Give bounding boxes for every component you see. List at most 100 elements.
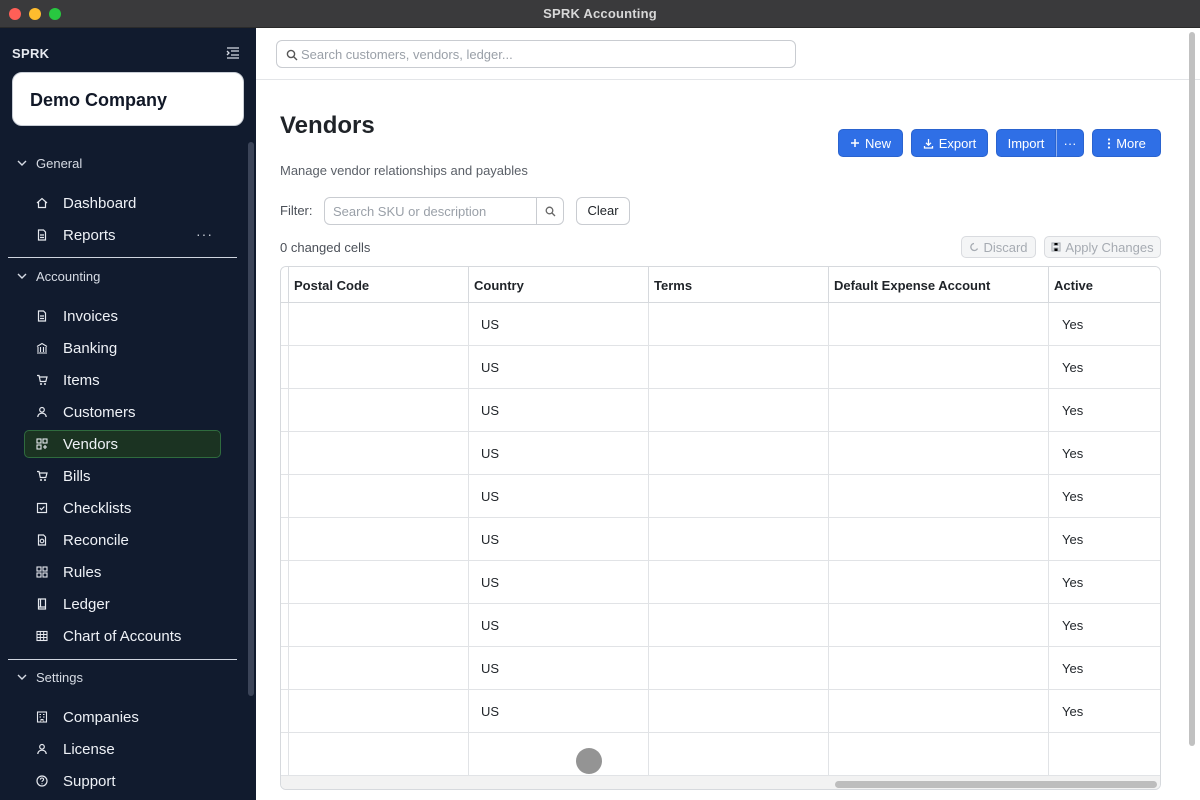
table-cell[interactable] bbox=[829, 604, 1049, 647]
table-cell[interactable] bbox=[289, 733, 469, 776]
table-cell[interactable]: Yes bbox=[1049, 389, 1160, 432]
table-cell[interactable] bbox=[829, 518, 1049, 561]
table-cell[interactable] bbox=[649, 303, 829, 346]
sidebar-item-reconcile[interactable]: Reconcile bbox=[24, 526, 221, 554]
import-button[interactable]: Import bbox=[996, 129, 1056, 157]
filter-search-button[interactable] bbox=[536, 198, 563, 224]
sidebar-item-ledger[interactable]: Ledger bbox=[24, 590, 221, 618]
table-cell[interactable] bbox=[289, 561, 469, 604]
sidebar-item-customers[interactable]: Customers bbox=[24, 398, 221, 426]
section-settings[interactable]: Settings bbox=[12, 667, 232, 689]
column-header-postal-code[interactable]: Postal Code bbox=[289, 267, 469, 303]
section-general[interactable]: General bbox=[12, 153, 232, 175]
filter-input[interactable] bbox=[333, 203, 533, 219]
global-search[interactable] bbox=[276, 40, 796, 68]
sidebar-item-checklists[interactable]: Checklists bbox=[24, 494, 221, 522]
table-cell[interactable] bbox=[829, 432, 1049, 475]
column-header-active[interactable]: Active bbox=[1049, 267, 1160, 303]
main-scrollbar[interactable] bbox=[1189, 32, 1195, 746]
table-cell[interactable] bbox=[649, 647, 829, 690]
column-header-country[interactable]: Country bbox=[469, 267, 649, 303]
sidebar-item-license[interactable]: License bbox=[24, 735, 221, 763]
more-button[interactable]: More bbox=[1092, 129, 1161, 157]
table-cell[interactable] bbox=[649, 432, 829, 475]
table-cell[interactable] bbox=[649, 389, 829, 432]
table-cell[interactable]: Yes bbox=[1049, 303, 1160, 346]
search-input[interactable] bbox=[301, 45, 781, 63]
sidebar-toggle-icon[interactable] bbox=[226, 47, 240, 59]
sidebar-item-vendors[interactable]: Vendors bbox=[24, 430, 221, 458]
table-cell[interactable] bbox=[829, 389, 1049, 432]
table-cell[interactable]: US bbox=[469, 518, 649, 561]
new-button[interactable]: New bbox=[838, 129, 903, 157]
company-switcher[interactable]: Demo Company bbox=[12, 72, 244, 126]
table-cell[interactable]: Yes bbox=[1049, 346, 1160, 389]
table-cell[interactable] bbox=[829, 690, 1049, 733]
sidebar-item-support[interactable]: Support bbox=[24, 767, 221, 795]
filter-field[interactable] bbox=[324, 197, 564, 225]
clear-filter-button[interactable]: Clear bbox=[576, 197, 630, 225]
table-cell[interactable] bbox=[289, 389, 469, 432]
table-cell[interactable]: US bbox=[469, 647, 649, 690]
table-cell[interactable] bbox=[829, 346, 1049, 389]
table-cell[interactable]: US bbox=[469, 389, 649, 432]
table-cell[interactable] bbox=[469, 733, 649, 776]
cell-value: Yes bbox=[1062, 618, 1084, 633]
discard-button[interactable]: Discard bbox=[961, 236, 1036, 258]
table-cell[interactable] bbox=[649, 518, 829, 561]
table-cell[interactable]: US bbox=[469, 303, 649, 346]
table-cell[interactable] bbox=[289, 604, 469, 647]
sidebar-scrollbar[interactable] bbox=[248, 142, 254, 696]
table-cell[interactable]: US bbox=[469, 561, 649, 604]
sidebar-item-rules[interactable]: Rules bbox=[24, 558, 221, 586]
table-cell[interactable] bbox=[1049, 733, 1160, 776]
table-cell[interactable] bbox=[289, 432, 469, 475]
section-accounting[interactable]: Accounting bbox=[12, 266, 232, 288]
table-cell[interactable] bbox=[649, 346, 829, 389]
table-cell[interactable]: Yes bbox=[1049, 604, 1160, 647]
table-cell[interactable] bbox=[829, 475, 1049, 518]
import-options-button[interactable]: ··· bbox=[1056, 129, 1084, 157]
table-cell[interactable] bbox=[829, 303, 1049, 346]
reports-more-button[interactable]: ··· bbox=[196, 226, 213, 242]
table-cell[interactable]: Yes bbox=[1049, 561, 1160, 604]
column-header-terms[interactable]: Terms bbox=[649, 267, 829, 303]
sidebar-item-invoices[interactable]: Invoices bbox=[24, 302, 221, 330]
table-cell[interactable] bbox=[829, 647, 1049, 690]
sidebar-item-bills[interactable]: Bills bbox=[24, 462, 221, 490]
sidebar-item-companies[interactable]: Companies bbox=[24, 703, 221, 731]
column-header-default-expense-account[interactable]: Default Expense Account bbox=[829, 267, 1049, 303]
table-cell[interactable] bbox=[649, 475, 829, 518]
apply-changes-button[interactable]: Apply Changes bbox=[1044, 236, 1161, 258]
table-cell[interactable] bbox=[289, 518, 469, 561]
table-horizontal-scrollbar[interactable] bbox=[281, 775, 1160, 789]
sidebar-item-items[interactable]: Items bbox=[24, 366, 221, 394]
table-cell[interactable]: Yes bbox=[1049, 475, 1160, 518]
table-cell[interactable]: Yes bbox=[1049, 518, 1160, 561]
table-cell[interactable] bbox=[289, 346, 469, 389]
table-cell[interactable] bbox=[829, 733, 1049, 776]
table-cell[interactable]: US bbox=[469, 475, 649, 518]
table-cell[interactable]: Yes bbox=[1049, 690, 1160, 733]
table-cell[interactable] bbox=[649, 604, 829, 647]
table-cell[interactable] bbox=[289, 690, 469, 733]
table-cell[interactable]: Yes bbox=[1049, 432, 1160, 475]
sidebar-item-dashboard[interactable]: Dashboard bbox=[24, 189, 221, 217]
sidebar-item-banking[interactable]: Banking bbox=[24, 334, 221, 362]
table-cell[interactable]: US bbox=[469, 432, 649, 475]
table-cell[interactable] bbox=[289, 647, 469, 690]
table-cell[interactable]: US bbox=[469, 604, 649, 647]
sidebar-item-chart-of-accounts[interactable]: Chart of Accounts bbox=[24, 622, 221, 650]
table-cell[interactable] bbox=[649, 690, 829, 733]
table-cell[interactable]: US bbox=[469, 690, 649, 733]
sidebar-item-reports[interactable]: Reports ··· bbox=[24, 221, 221, 249]
table-cell[interactable] bbox=[829, 561, 1049, 604]
table-cell[interactable] bbox=[649, 733, 829, 776]
scrollbar-thumb[interactable] bbox=[835, 781, 1157, 788]
table-cell[interactable] bbox=[649, 561, 829, 604]
table-cell[interactable]: Yes bbox=[1049, 647, 1160, 690]
table-cell[interactable]: US bbox=[469, 346, 649, 389]
table-cell[interactable] bbox=[289, 303, 469, 346]
table-cell[interactable] bbox=[289, 475, 469, 518]
export-button[interactable]: Export bbox=[911, 129, 988, 157]
